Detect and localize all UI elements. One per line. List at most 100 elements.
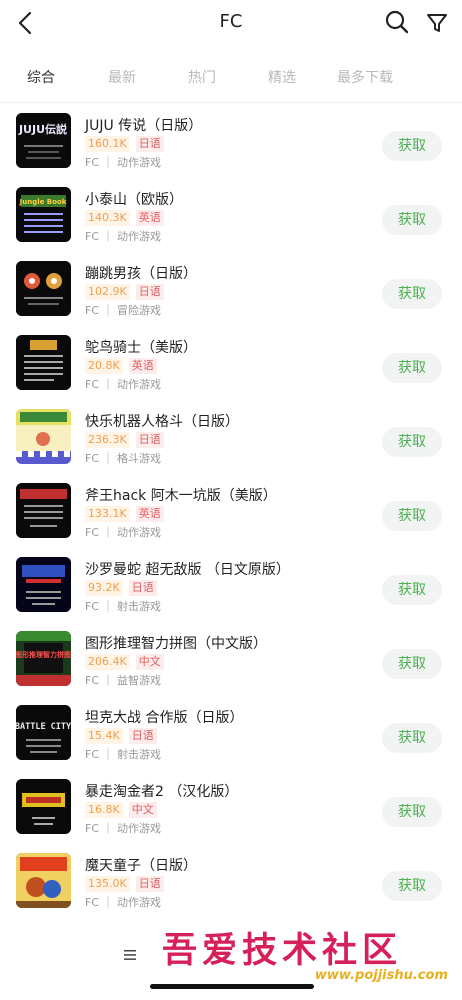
game-badges: 160.1K 日语	[85, 136, 164, 152]
game-badges: 93.2K 日语	[85, 580, 157, 596]
game-category: FC ｜ 动作游戏	[85, 230, 162, 243]
app-screen: FC 综合 最新 热门 精选 最多下载 JUJU伝説 JUJU 传说（日版） 1…	[0, 0, 462, 1000]
game-badges: 133.1K 英语	[85, 506, 164, 522]
game-category: FC ｜ 动作游戏	[85, 526, 162, 539]
game-title: 鸵鸟骑士（美版）	[85, 340, 197, 356]
language-badge: 日语	[135, 136, 164, 152]
tab-comprehensive[interactable]: 综合	[27, 67, 55, 87]
thumb-title-text: BATTLE CITY	[16, 722, 71, 732]
get-button[interactable]: 获取	[382, 501, 442, 531]
language-badge: 英语	[128, 358, 157, 374]
game-thumbnail	[16, 779, 71, 834]
game-title: 图形推理智力拼图（中文版）	[85, 636, 267, 652]
game-category: FC ｜ 益智游戏	[85, 674, 162, 687]
size-badge: 16.8K	[85, 802, 123, 818]
platform-label: FC	[85, 452, 100, 465]
game-thumbnail	[16, 261, 71, 316]
genre-label: 动作游戏	[117, 230, 162, 243]
get-button[interactable]: 获取	[382, 871, 442, 901]
home-indicator[interactable]	[150, 984, 314, 989]
get-button[interactable]: 获取	[382, 353, 442, 383]
get-button[interactable]: 获取	[382, 649, 442, 679]
game-badges: 20.8K 英语	[85, 358, 157, 374]
platform-label: FC	[85, 674, 100, 687]
game-title: 坦克大战 合作版（日版）	[85, 710, 244, 726]
genre-label: 动作游戏	[117, 378, 162, 391]
game-row[interactable]: 图形推理智力拼图 图形推理智力拼图（中文版） 206.4K 中文 FC ｜ 益智…	[0, 621, 462, 695]
game-row[interactable]: 鸵鸟骑士（美版） 20.8K 英语 FC ｜ 动作游戏 获取	[0, 325, 462, 399]
game-thumbnail: 图形推理智力拼图	[16, 631, 71, 686]
game-title: JUJU 传说（日版）	[85, 118, 203, 134]
size-badge: 20.8K	[85, 358, 123, 374]
game-row[interactable]: 斧王hack 阿木一坑版（美版） 133.1K 英语 FC ｜ 动作游戏 获取	[0, 473, 462, 547]
get-button[interactable]: 获取	[382, 205, 442, 235]
game-row[interactable]: 暴走淘金者2 （汉化版） 16.8K 中文 FC ｜ 动作游戏 获取	[0, 769, 462, 843]
game-row[interactable]: JUJU伝説 JUJU 传说（日版） 160.1K 日语 FC ｜ 动作游戏 获…	[0, 103, 462, 177]
language-badge: 日语	[128, 728, 157, 744]
get-button[interactable]: 获取	[382, 797, 442, 827]
tab-featured[interactable]: 精选	[268, 67, 296, 87]
platform-label: FC	[85, 526, 100, 539]
get-button[interactable]: 获取	[382, 723, 442, 753]
game-thumbnail	[16, 335, 71, 390]
game-badges: 206.4K 中文	[85, 654, 164, 670]
genre-label: 射击游戏	[117, 748, 162, 761]
game-badges: 140.3K 英语	[85, 210, 164, 226]
get-button[interactable]: 获取	[382, 575, 442, 605]
size-badge: 206.4K	[85, 654, 130, 670]
game-title: 蹦跳男孩（日版）	[85, 266, 197, 282]
game-title: 暴走淘金者2 （汉化版）	[85, 784, 239, 800]
platform-label: FC	[85, 600, 100, 613]
game-title: 快乐机器人格斗（日版）	[85, 414, 239, 430]
game-category: FC ｜ 动作游戏	[85, 822, 162, 835]
get-button[interactable]: 获取	[382, 427, 442, 457]
game-row[interactable]: 快乐机器人格斗（日版） 236.3K 日语 FC ｜ 格斗游戏 获取	[0, 399, 462, 473]
tab-hot[interactable]: 热门	[188, 67, 216, 87]
platform-label: FC	[85, 378, 100, 391]
game-title: 沙罗曼蛇 超无敌版 （日文原版）	[85, 562, 290, 578]
top-bar: FC	[0, 0, 462, 46]
size-badge: 133.1K	[85, 506, 130, 522]
tab-most-downloaded[interactable]: 最多下载	[337, 67, 393, 87]
tab-latest[interactable]: 最新	[108, 67, 136, 87]
get-button[interactable]: 获取	[382, 131, 442, 161]
platform-label: FC	[85, 230, 100, 243]
game-category: FC ｜ 格斗游戏	[85, 452, 162, 465]
game-category: FC ｜ 射击游戏	[85, 748, 162, 761]
game-thumbnail	[16, 853, 71, 908]
game-row[interactable]: 蹦跳男孩（日版） 102.9K 日语 FC ｜ 冒险游戏 获取	[0, 251, 462, 325]
watermark: 吾爱技术社区 www.pojjishu.com	[162, 922, 454, 988]
game-row[interactable]: Jungle Book 小泰山（欧版） 140.3K 英语 FC ｜ 动作游戏 …	[0, 177, 462, 251]
game-thumbnail: BATTLE CITY	[16, 705, 71, 760]
genre-label: 益智游戏	[117, 674, 162, 687]
language-badge: 日语	[128, 580, 157, 596]
genre-label: 动作游戏	[117, 822, 162, 835]
search-icon[interactable]	[384, 9, 410, 35]
language-badge: 日语	[135, 284, 164, 300]
game-category: FC ｜ 冒险游戏	[85, 304, 162, 317]
size-badge: 102.9K	[85, 284, 130, 300]
platform-label: FC	[85, 304, 100, 317]
game-row[interactable]: BATTLE CITY 坦克大战 合作版（日版） 15.4K 日语 FC ｜ 射…	[0, 695, 462, 769]
genre-label: 冒险游戏	[117, 304, 162, 317]
language-badge: 日语	[135, 432, 164, 448]
game-row[interactable]: 魔天童子（日版） 135.0K 日语 FC ｜ 动作游戏 获取	[0, 843, 462, 917]
genre-label: 动作游戏	[117, 526, 162, 539]
filter-icon[interactable]	[424, 10, 450, 36]
genre-label: 动作游戏	[117, 896, 162, 909]
game-thumbnail	[16, 409, 71, 464]
thumb-title-text: Jungle Book	[19, 198, 67, 206]
menu-icon[interactable]	[122, 948, 138, 962]
game-title: 魔天童子（日版）	[85, 858, 197, 874]
game-badges: 15.4K 日语	[85, 728, 157, 744]
game-row[interactable]: 沙罗曼蛇 超无敌版 （日文原版） 93.2K 日语 FC ｜ 射击游戏 获取	[0, 547, 462, 621]
game-thumbnail	[16, 483, 71, 538]
size-badge: 236.3K	[85, 432, 130, 448]
size-badge: 93.2K	[85, 580, 123, 596]
game-title: 小泰山（欧版）	[85, 192, 183, 208]
size-badge: 160.1K	[85, 136, 130, 152]
size-badge: 140.3K	[85, 210, 130, 226]
get-button[interactable]: 获取	[382, 279, 442, 309]
platform-label: FC	[85, 748, 100, 761]
thumb-title-text: JUJU伝説	[18, 122, 67, 136]
